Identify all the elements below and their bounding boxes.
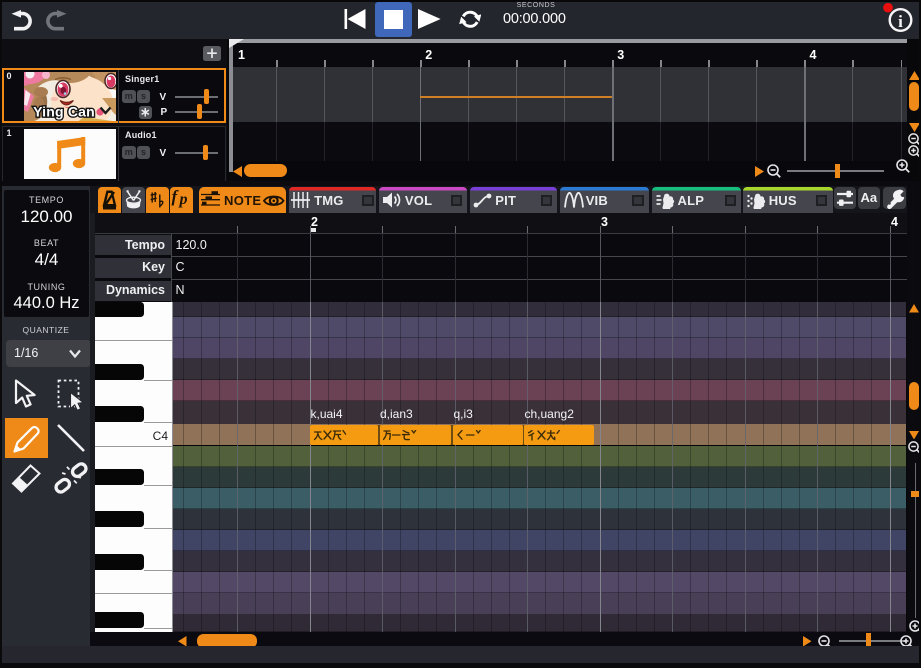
svg-text:Ying Can: Ying Can	[33, 104, 95, 120]
svg-text:i: i	[898, 12, 903, 31]
